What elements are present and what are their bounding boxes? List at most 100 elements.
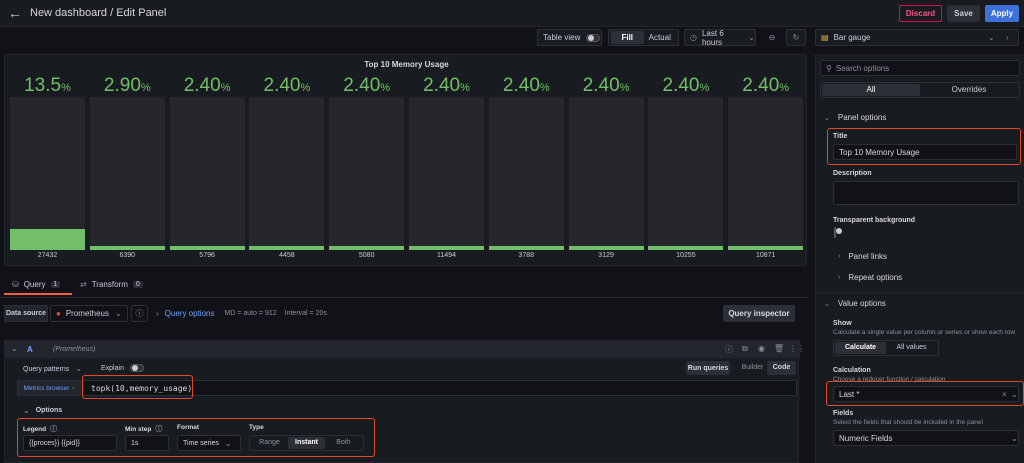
- options-pane: ⚲ Search options All Overrides ⌄ Panel o…: [815, 54, 1024, 463]
- collapse-chevron-icon[interactable]: ⌄: [11, 344, 18, 353]
- transform-icon: ⇄: [80, 280, 87, 289]
- query-patterns-label: Query patterns: [23, 366, 70, 373]
- data-source-select[interactable]: ● Prometheus ⌄: [50, 305, 128, 322]
- zoom-out-button[interactable]: ⊖: [762, 29, 782, 46]
- type-both[interactable]: Both: [325, 437, 362, 449]
- info-icon: ⓘ: [155, 426, 163, 433]
- explain-toggle[interactable]: Explain: [101, 364, 144, 372]
- min-step-input[interactable]: 1s: [125, 435, 169, 451]
- repeat-options-section[interactable]: › Repeat options: [838, 273, 902, 282]
- legend-input[interactable]: {{proces}} {{pid}}: [23, 435, 117, 451]
- show-radio-group: Calculate All values: [833, 340, 939, 356]
- chevron-right-icon[interactable]: ›: [1006, 33, 1009, 42]
- search-icon: ⚲: [826, 63, 832, 73]
- min-step-label: Min step: [125, 425, 152, 433]
- transparent-label: Transparent background: [833, 217, 916, 224]
- explain-label: Explain: [101, 364, 124, 372]
- refresh-button[interactable]: ↻: [786, 29, 806, 46]
- calculation-select[interactable]: Last * × ⌄: [833, 386, 1019, 402]
- clear-icon[interactable]: ×: [1002, 390, 1007, 399]
- description-input[interactable]: [833, 181, 1019, 205]
- bar-percent-label: 2.40%: [502, 75, 550, 96]
- duplicate-icon[interactable]: ⧉: [742, 344, 748, 354]
- tab-all[interactable]: All: [822, 84, 920, 96]
- bar-track: [89, 97, 165, 250]
- bar-value-label: 10255: [676, 252, 696, 259]
- zoom-out-icon: ⊖: [768, 33, 776, 42]
- fill-option[interactable]: Fill: [611, 31, 644, 44]
- type-radio-group: Range Instant Both: [249, 435, 364, 451]
- bar-percent-label: 13.5%: [24, 75, 71, 96]
- type-instant[interactable]: Instant: [288, 437, 325, 449]
- metrics-browser-button[interactable]: Metrics browser ›: [17, 380, 81, 396]
- title-label: Title: [833, 133, 848, 140]
- legend-label-row: Legend ⓘ: [23, 424, 57, 434]
- code-option[interactable]: Code: [767, 361, 796, 375]
- title-input[interactable]: Top 10 Memory Usage: [833, 144, 1017, 160]
- data-source-help-button[interactable]: ⓘ: [131, 305, 148, 322]
- tab-transform[interactable]: ⇄ Transform 0: [80, 280, 143, 289]
- search-options-input[interactable]: ⚲ Search options: [820, 60, 1020, 76]
- actual-option[interactable]: Actual: [644, 31, 677, 44]
- legend-label: Legend: [23, 425, 47, 433]
- panel-title: Top 10 Memory Usage: [364, 60, 449, 69]
- query-ref-id[interactable]: A: [27, 345, 33, 354]
- help-circle-icon: ⓘ: [135, 309, 144, 318]
- show-label: Show: [833, 320, 852, 327]
- chevron-down-icon: ⌄: [824, 300, 830, 308]
- calculate-option[interactable]: Calculate: [835, 342, 886, 354]
- panel-options-section[interactable]: ⌄ Panel options: [824, 113, 886, 122]
- transparent-switch[interactable]: [834, 227, 836, 238]
- query-inspector-button[interactable]: Query inspector: [723, 305, 795, 322]
- back-arrow-icon[interactable]: ←: [8, 5, 22, 21]
- discard-button[interactable]: Discard: [899, 5, 942, 22]
- trash-icon[interactable]: 🗑: [774, 344, 784, 353]
- apply-button[interactable]: Apply: [985, 5, 1019, 22]
- tab-query[interactable]: ⛁ Query 1: [12, 280, 61, 289]
- type-range[interactable]: Range: [251, 437, 288, 449]
- table-view-switch[interactable]: [586, 33, 601, 42]
- fields-select[interactable]: Numeric Fields ⌄: [833, 430, 1019, 446]
- save-button[interactable]: Save: [947, 5, 980, 22]
- tab-overrides[interactable]: Overrides: [920, 84, 1018, 96]
- bar-percent-label: 2.40%: [423, 75, 470, 96]
- eye-icon[interactable]: ◉: [758, 344, 765, 353]
- database-icon: ⛁: [12, 280, 19, 289]
- prometheus-icon: ●: [56, 309, 61, 318]
- bar-value-label: 6390: [119, 252, 136, 259]
- bar-track: [249, 97, 325, 250]
- calculation-value: Last *: [839, 389, 860, 399]
- drag-handle-icon[interactable]: ⋮⋮: [789, 344, 805, 353]
- run-queries-button[interactable]: Run queries: [686, 361, 730, 375]
- bar-percent-label: 2.40%: [662, 75, 710, 96]
- value-options-section[interactable]: ⌄ Value options: [824, 299, 886, 308]
- query-options[interactable]: › Query options MD = auto = 912 Interval…: [156, 309, 335, 318]
- time-range-picker[interactable]: ◷ Last 6 hours ⌄: [684, 29, 756, 47]
- bar-fill: [409, 246, 484, 250]
- all-values-option[interactable]: All values: [886, 342, 937, 354]
- format-select[interactable]: Time series ⌄: [177, 435, 241, 451]
- table-view-toggle[interactable]: Table view: [537, 29, 602, 46]
- tab-query-label: Query: [23, 280, 46, 289]
- refresh-icon: ↻: [792, 33, 800, 42]
- explain-switch[interactable]: [129, 364, 144, 372]
- panel-links-label: Panel links: [848, 252, 888, 261]
- chevron-down-icon: ⌄: [1011, 389, 1018, 399]
- min-step-label-row: Min step ⓘ: [125, 424, 162, 434]
- query-patterns-select[interactable]: Query patterns ⌄: [23, 364, 82, 373]
- chevron-right-icon: ›: [72, 384, 75, 392]
- chevron-right-icon: ›: [838, 274, 841, 281]
- bar-value-label: 11494: [437, 252, 456, 259]
- help-icon[interactable]: ⓘ: [725, 344, 733, 355]
- table-view-label: Table view: [543, 33, 581, 42]
- options-toggle[interactable]: ⌄ Options: [23, 406, 62, 415]
- panel-links-section[interactable]: › Panel links: [838, 252, 887, 261]
- info-icon: ⓘ: [50, 426, 58, 433]
- value-options-label: Value options: [837, 299, 886, 308]
- bar-track: [488, 97, 564, 250]
- fields-desc: Select the fields that should be include…: [833, 419, 983, 426]
- query-count-badge: 1: [50, 281, 61, 288]
- query-options-link[interactable]: Query options: [165, 309, 215, 318]
- builder-option[interactable]: Builder: [738, 361, 767, 375]
- visualization-picker[interactable]: ▤ Bar gauge ⌄ ›: [815, 29, 1019, 46]
